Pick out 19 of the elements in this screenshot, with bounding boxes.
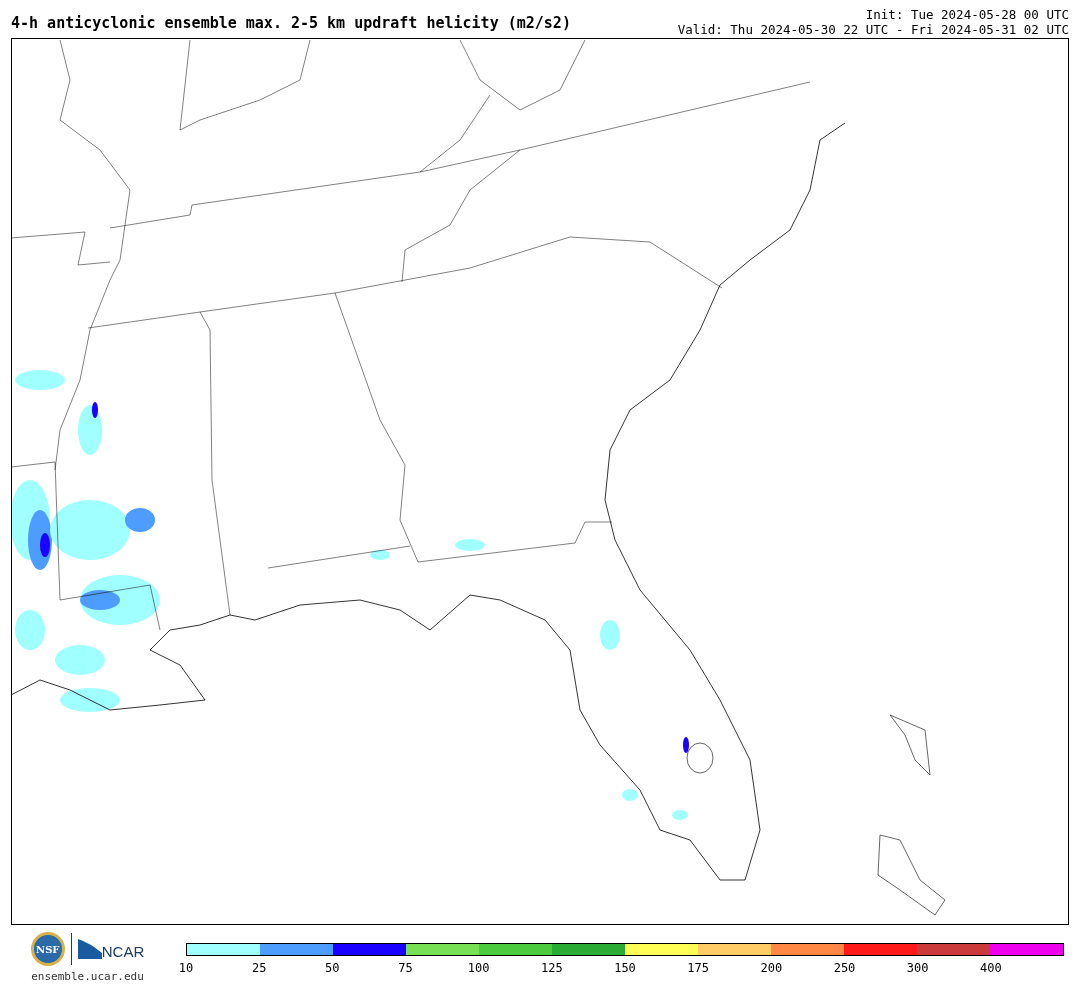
scale-label: 400 [980,960,1002,977]
scale-label: 250 [833,960,856,977]
init-time: Init: Tue 2024-05-28 00 UTC [865,7,1069,22]
scale-label: 175 [687,960,709,977]
scale-label: 300 [906,960,929,977]
scale-label: 75 [398,960,413,977]
nsf-logo: NSF [30,932,65,966]
scale-label: 10 [178,960,194,977]
valid-time: Valid: Thu 2024-05-30 22 UTC - Fri 2024-05-31 02 UTC [677,22,1069,37]
scale-label: 100 [467,960,490,977]
chart-title: 4-h anticyclonic ensemble max. 2-5 km updraft helicity (m2/s2) [11,12,571,34]
scale-label: 150 [614,960,636,977]
scale-label: 50 [325,960,340,977]
scale-label: 25 [251,960,267,977]
website-url: ensemble.ucar.edu [31,969,144,985]
scale-label: 125 [541,960,563,977]
ncar-swoosh-icon [77,939,102,959]
ncar-logo: NCAR [101,944,145,959]
scale-label: 200 [760,960,783,977]
